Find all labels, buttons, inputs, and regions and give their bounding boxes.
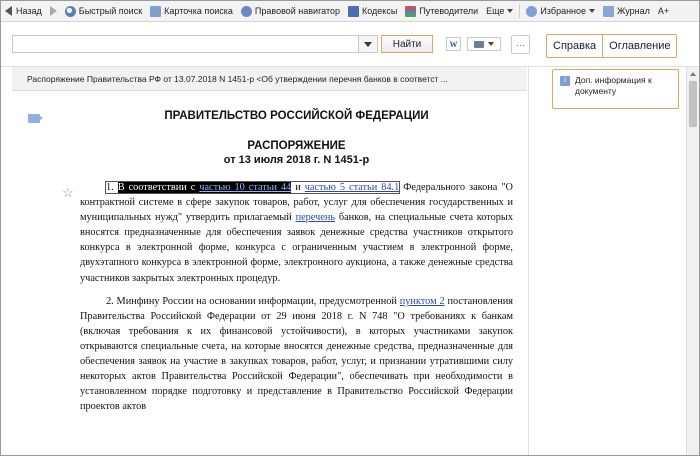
scroll-up-icon[interactable] <box>690 72 696 76</box>
search-card-icon <box>150 5 162 17</box>
export-word-button[interactable]: W <box>446 37 461 51</box>
document-title: Распоряжение Правительства РФ от 13.07.2… <box>27 73 448 84</box>
search-history-dropdown[interactable] <box>358 35 378 53</box>
app-window: Назад Быстрый поиск Карточка поиска Прав… <box>0 0 700 456</box>
journal-label: Журнал <box>617 6 650 16</box>
back-arrow-icon <box>5 6 12 16</box>
document-heading-order: РАСПОРЯЖЕНИЕ <box>247 140 346 152</box>
chevron-down-icon <box>488 42 494 46</box>
bookmark-star-icon[interactable]: ☆ <box>62 185 74 201</box>
codes-book-icon <box>348 5 359 17</box>
favorites-menu[interactable]: Избранное <box>522 1 599 21</box>
info-icon: i <box>560 76 570 86</box>
document-scrollbar[interactable] <box>686 67 699 455</box>
journal-icon <box>603 5 615 17</box>
codes-button[interactable]: Кодексы <box>344 1 401 21</box>
document-title-bar: Распоряжение Правительства РФ от 13.07.2… <box>12 67 527 91</box>
font-size-label: A+ <box>657 6 670 16</box>
chevron-down-icon <box>589 9 596 13</box>
guides-label: Путеводители <box>419 6 479 16</box>
right-panel: i Доп. информация к документу <box>528 67 687 455</box>
chevron-down-icon <box>507 9 514 13</box>
toolbar-divider <box>519 4 521 18</box>
search-card-label: Карточка поиска <box>164 6 233 16</box>
quick-search-label: Быстрый поиск <box>78 6 143 16</box>
link-item-2[interactable]: пунктом 2 <box>400 296 445 307</box>
codes-label: Кодексы <box>362 6 398 16</box>
paragraph-2-text-start: 2. Минфину России на основании информаци… <box>106 295 397 307</box>
paragraph-1-conj: и <box>295 182 301 193</box>
navigator-icon <box>240 5 252 17</box>
more-actions-button[interactable]: ··· <box>511 35 530 54</box>
link-list[interactable]: перечень <box>296 212 336 223</box>
paragraph-1: 1. В соответствии с частью 10 статьи 44 … <box>80 180 513 286</box>
journal-button[interactable]: Журнал <box>599 1 654 21</box>
print-button[interactable] <box>467 37 501 51</box>
find-button[interactable]: Найти <box>381 35 433 53</box>
tab-help[interactable]: Справка <box>547 35 604 57</box>
back-label: Назад <box>16 6 42 16</box>
main-toolbar: Назад Быстрый поиск Карточка поиска Прав… <box>1 1 699 22</box>
forward-arrow-icon <box>49 6 57 16</box>
link-part-10-article-44[interactable]: частью 10 статьи 44 <box>199 182 291 193</box>
forward-button[interactable] <box>46 1 61 21</box>
tab-contents[interactable]: Оглавление <box>603 35 677 57</box>
more-label: Еще <box>486 6 505 16</box>
ellipsis-icon: ··· <box>516 39 525 50</box>
magnifier-icon <box>64 5 76 17</box>
additional-info-label: Доп. информация к документу <box>575 75 652 96</box>
link-part-5-article-84-1[interactable]: частью 5 статьи 84.1 <box>305 182 400 193</box>
word-icon: W <box>449 39 458 49</box>
printer-icon <box>474 40 484 48</box>
scroll-thumb[interactable] <box>689 81 697 127</box>
paragraph-2-text-end: постановления Правительства Российской Ф… <box>80 295 514 413</box>
favorites-label: Избранное <box>540 6 587 16</box>
quick-search-button[interactable]: Быстрый поиск <box>61 1 146 21</box>
favorites-icon <box>526 5 538 17</box>
legal-navigator-label: Правовой навигатор <box>254 6 340 16</box>
legal-navigator-button[interactable]: Правовой навигатор <box>237 1 344 21</box>
right-tabs: Справка Оглавление <box>546 34 678 58</box>
document-heading-government: ПРАВИТЕЛЬСТВО РОССИЙСКОЙ ФЕДЕРАЦИИ <box>164 110 429 122</box>
selected-text[interactable]: В соответствии с частью 10 статьи 44 <box>117 182 292 193</box>
guides-icon <box>405 5 417 17</box>
paragraph-1-first-line: 1. В соответствии с частью 10 статьи 44 … <box>104 181 401 194</box>
document-info-icon[interactable] <box>28 114 43 123</box>
document-view[interactable]: ☆ ПРАВИТЕЛЬСТВО РОССИЙСКОЙ ФЕДЕРАЦИИ РАС… <box>12 92 527 455</box>
font-size-button[interactable]: A+ <box>654 1 673 21</box>
paragraph-2: 2. Минфину России на основании информаци… <box>80 294 513 415</box>
chevron-down-icon <box>364 41 372 47</box>
search-input[interactable] <box>12 35 358 53</box>
search-card-button[interactable]: Карточка поиска <box>146 1 237 21</box>
document-text: ПРАВИТЕЛЬСТВО РОССИЙСКОЙ ФЕДЕРАЦИИ РАСПО… <box>80 110 513 422</box>
additional-info-button[interactable]: i Доп. информация к документу <box>552 69 679 109</box>
more-menu[interactable]: Еще <box>482 1 517 21</box>
paragraph-1-number: 1. <box>106 182 114 193</box>
back-button[interactable]: Назад <box>1 1 46 21</box>
paragraph-1-text-start: В соответствии с <box>117 182 196 193</box>
document-heading-date: от 13 июля 2018 г. N 1451-р <box>223 154 370 166</box>
guides-button[interactable]: Путеводители <box>401 1 482 21</box>
